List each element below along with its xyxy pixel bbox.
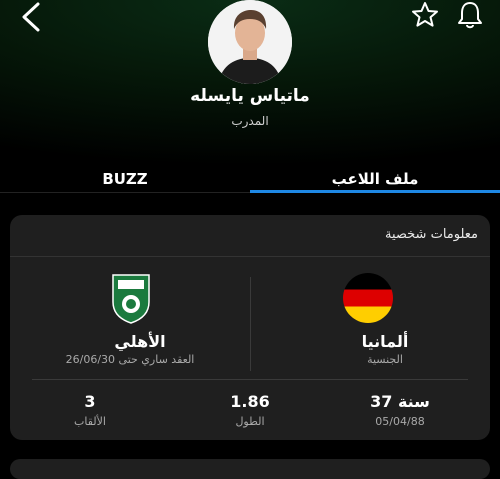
person-role: المدرب — [231, 114, 269, 128]
tab-profile[interactable]: ملف اللاعب — [250, 170, 500, 188]
active-tab-indicator — [250, 190, 500, 193]
nationality-label: الجنسية — [367, 353, 403, 366]
club-name[interactable]: الأهلي — [90, 332, 190, 351]
age-value: 37 سنة — [370, 392, 430, 411]
vertical-divider — [250, 277, 251, 371]
person-name: ماتياس يايسله — [190, 86, 310, 106]
nationality-value: ألمانيا — [361, 332, 409, 351]
al-ahli-logo-icon[interactable] — [110, 272, 152, 324]
contract-label: العقد ساري حتى 26/06/30 — [65, 353, 195, 366]
card-divider — [10, 256, 490, 257]
titles-value: 3 — [84, 392, 96, 411]
bell-icon[interactable] — [456, 0, 484, 30]
titles-label: الألقاب — [74, 415, 106, 428]
next-card — [10, 459, 490, 479]
birthdate-label: 05/04/88 — [375, 415, 425, 428]
card-title: معلومات شخصية — [385, 227, 478, 242]
horizontal-divider — [32, 379, 468, 380]
germany-flag-icon — [343, 273, 393, 323]
height-label: الطول — [235, 415, 265, 428]
star-icon[interactable] — [410, 0, 440, 30]
avatar — [208, 0, 292, 84]
tab-buzz[interactable]: BUZZ — [60, 170, 190, 188]
back-arrow-icon[interactable] — [14, 0, 48, 34]
personal-info-card: معلومات شخصية ألمانيا الجنسية الأهلي الع… — [10, 215, 490, 440]
height-value: 1.86 — [230, 392, 270, 411]
